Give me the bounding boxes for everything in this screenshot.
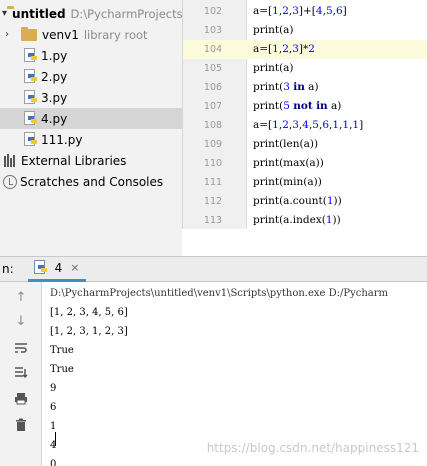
code-text: print(min(a)) — [253, 176, 322, 188]
tree-item-external-libraries[interactable]: External Libraries — [0, 150, 182, 171]
print-icon[interactable] — [12, 389, 30, 407]
code-line[interactable]: 110 print(max(a)) — [183, 154, 427, 173]
run-tab-name: 4 — [54, 260, 63, 275]
watermark: https://blog.csdn.net/happiness121 — [206, 441, 419, 455]
code-line[interactable]: 113 print(a.index(1)) — [183, 211, 427, 229]
code-line[interactable]: 109 print(len(a)) — [183, 135, 427, 154]
code-text: print(max(a)) — [253, 157, 324, 169]
code-text: print(a.index(1)) — [253, 214, 341, 226]
line-number: 112 — [203, 196, 223, 207]
venv-note: library root — [83, 27, 148, 42]
tree-item-venv[interactable]: › venv1 library root — [0, 24, 182, 45]
line-number: 110 — [203, 158, 223, 169]
python-file-icon — [24, 69, 37, 84]
run-toolbar: ↑ ↓ — [0, 282, 42, 466]
file-name: 1.py — [41, 48, 68, 63]
trash-icon[interactable] — [12, 415, 30, 433]
console-output-line: [1, 2, 3, 1, 2, 3] — [50, 326, 128, 337]
python-file-icon — [24, 132, 37, 147]
folder-icon — [21, 26, 37, 41]
line-number: 106 — [203, 82, 223, 93]
file-name: 3.py — [41, 90, 68, 105]
run-panel-header: n: 4 × — [0, 256, 427, 282]
code-line[interactable]: 108 a=[1,2,3,4,5,6,1,1,1] — [183, 116, 427, 135]
arrow-up-icon[interactable]: ↑ — [12, 288, 30, 306]
code-editor[interactable]: 102 a=[1,2,3]+[4,5,6] 103 print(a) 104 a=[1,2… — [182, 0, 427, 229]
line-number: 105 — [203, 63, 223, 74]
code-line[interactable]: 106 print(3 in a) — [183, 78, 427, 97]
python-file-icon — [24, 90, 37, 105]
chevron-down-icon[interactable]: ▾ — [2, 8, 7, 19]
code-text: a=[1,2,3]*2 — [253, 43, 315, 55]
code-line[interactable]: 107 print(5 not in a) — [183, 97, 427, 116]
line-number: 111 — [203, 177, 223, 188]
chevron-right-icon[interactable]: › — [5, 29, 15, 40]
text-caret — [55, 432, 56, 446]
tree-item-file[interactable]: 3.py — [0, 87, 182, 108]
tree-item-file[interactable]: 1.py — [0, 45, 182, 66]
scroll-to-end-icon[interactable] — [12, 364, 30, 382]
python-run-icon — [33, 260, 47, 275]
run-tab[interactable]: 4 × — [27, 256, 86, 282]
code-line[interactable]: 102 a=[1,2,3]+[4,5,6] — [183, 2, 427, 21]
project-tree: ▾ untitled D:\PycharmProjects › venv1 li… — [0, 0, 182, 256]
code-text: a=[1,2,3]+[4,5,6] — [253, 5, 347, 17]
console-output-line: 9 — [50, 383, 57, 394]
file-name: 2.py — [41, 69, 68, 84]
code-text: print(a) — [253, 24, 294, 36]
external-libraries-label: External Libraries — [21, 153, 127, 168]
library-icon — [4, 154, 18, 167]
code-line[interactable]: 104 a=[1,2,3]*2 — [183, 40, 427, 59]
console-output-line: 0 — [50, 459, 57, 466]
root-folder-path: D:\PycharmProjects — [70, 6, 182, 21]
console-output-line: [1, 2, 3, 4, 5, 6] — [50, 307, 128, 318]
line-number: 113 — [203, 215, 223, 226]
close-icon[interactable]: × — [70, 261, 79, 274]
python-file-icon — [24, 48, 37, 63]
scratches-label: Scratches and Consoles — [20, 174, 164, 189]
code-text: a=[1,2,3,4,5,6,1,1,1] — [253, 119, 364, 131]
run-panel-label: n: — [2, 262, 14, 276]
code-line[interactable]: 103 print(a) — [183, 21, 427, 40]
code-line[interactable]: 105 print(a) — [183, 59, 427, 78]
soft-wrap-icon[interactable] — [12, 339, 30, 357]
code-line[interactable]: 112 print(a.count(1)) — [183, 192, 427, 211]
arrow-down-icon[interactable]: ↓ — [12, 312, 30, 330]
code-text: print(len(a)) — [253, 138, 319, 150]
console-output-line: True — [50, 345, 74, 356]
tree-item-file-selected[interactable]: 4.py — [0, 108, 182, 129]
code-text: print(5 not in a) — [253, 100, 342, 112]
python-file-icon — [24, 111, 37, 126]
line-number: 102 — [203, 6, 223, 17]
file-name: 4.py — [41, 111, 68, 126]
venv-name: venv1 — [42, 27, 79, 42]
line-number: 107 — [203, 101, 223, 112]
line-number: 108 — [203, 120, 223, 131]
root-folder-name: untitled — [12, 6, 66, 21]
tree-item-scratches[interactable]: Scratches and Consoles — [0, 171, 182, 192]
line-number: 103 — [203, 25, 223, 36]
code-text: print(a) — [253, 62, 294, 74]
line-number: 109 — [203, 139, 223, 150]
tree-root[interactable]: ▾ untitled D:\PycharmProjects — [0, 3, 182, 24]
tree-item-file[interactable]: 111.py — [0, 129, 182, 150]
file-name: 111.py — [41, 132, 83, 147]
code-text: print(3 in a) — [253, 81, 319, 93]
code-text: print(a.count(1)) — [253, 195, 342, 207]
tree-item-file[interactable]: 2.py — [0, 66, 182, 87]
scratches-icon — [3, 174, 17, 189]
console-command-line: D:\PycharmProjects\untitled\venv1\Script… — [50, 288, 389, 299]
console-output[interactable]: D:\PycharmProjects\untitled\venv1\Script… — [42, 282, 427, 466]
console-output-line: True — [50, 364, 74, 375]
console-output-line: 6 — [50, 402, 57, 413]
line-number: 104 — [183, 40, 243, 59]
code-line[interactable]: 111 print(min(a)) — [183, 173, 427, 192]
